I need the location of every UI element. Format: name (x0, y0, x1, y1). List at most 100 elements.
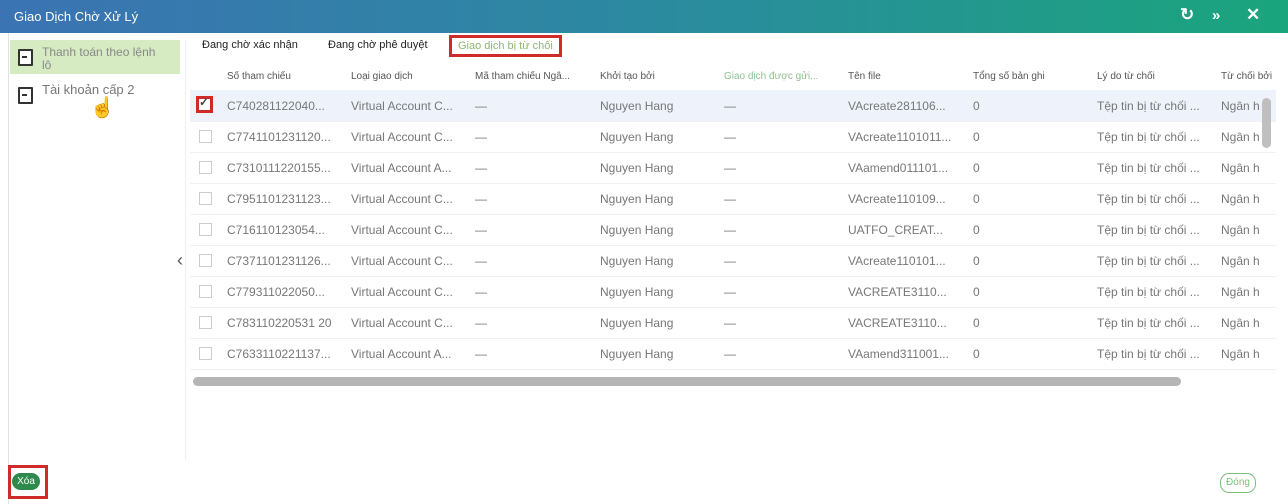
table-cell: C7371101231126... (227, 254, 331, 268)
close-button[interactable]: Đóng (1220, 473, 1256, 493)
table-cell: Virtual Account C... (351, 223, 453, 237)
table-cell: — (724, 99, 736, 113)
document-icon (18, 49, 33, 66)
column-header[interactable]: Khởi tạo bởi (600, 71, 655, 82)
column-header[interactable]: Giao dịch được gửi... (724, 71, 818, 82)
table-cell: Tệp tin bị từ chối ... (1097, 347, 1200, 361)
row-checkbox[interactable] (199, 347, 212, 360)
table-cell: VAcreate110101... (848, 254, 946, 268)
vertical-scrollbar[interactable] (1262, 98, 1271, 148)
row-checkbox[interactable] (199, 223, 212, 236)
table-cell: Nguyen Hang (600, 347, 674, 361)
table-cell: — (475, 347, 487, 361)
column-header[interactable]: Lý do từ chối (1097, 71, 1155, 82)
hand-cursor-icon: ☝ (90, 97, 115, 119)
document-icon (18, 87, 33, 104)
table-cell: Ngân h (1221, 347, 1260, 361)
table-row[interactable]: C783110220531 20 Virtual Account C... — Ngu… (190, 307, 1276, 339)
table-cell: — (724, 223, 736, 237)
close-icon[interactable]: ✕ (1246, 5, 1260, 25)
table-cell: Ngân h (1221, 316, 1260, 330)
row-checkbox[interactable] (199, 285, 212, 298)
forward-icon[interactable]: » (1212, 7, 1220, 24)
table-cell: Nguyen Hang (600, 192, 674, 206)
table-cell: Virtual Account C... (351, 316, 453, 330)
row-checkbox[interactable] (199, 192, 212, 205)
table-row[interactable]: C779311022050... Virtual Account C... — Ngu… (190, 276, 1276, 308)
refresh-icon[interactable]: ↻ (1180, 5, 1194, 25)
row-checkbox[interactable] (199, 316, 212, 329)
table-cell: Ngân h (1221, 223, 1260, 237)
table-row[interactable]: C755110123060...Virtual Account C...—Ngu… (190, 369, 1276, 374)
table-cell: Tệp tin bị từ chối ... (1097, 254, 1200, 268)
row-checkbox[interactable] (199, 254, 212, 267)
row-checkbox[interactable] (199, 161, 212, 174)
column-header[interactable]: Từ chối bởi (1221, 71, 1272, 82)
table-cell: Ngân h (1221, 99, 1260, 113)
table-row[interactable]: C7310111220155... Virtual Account A... — Ng… (190, 152, 1276, 184)
table-cell: Nguyen Hang (600, 254, 674, 268)
window-title: Giao Dịch Chờ Xử Lý (14, 9, 139, 24)
table-cell: Virtual Account C... (351, 99, 453, 113)
chevron-left-icon[interactable]: ‹ (177, 250, 183, 271)
table-cell: Nguyen Hang (600, 285, 674, 299)
table-cell: — (724, 161, 736, 175)
table-cell: Ngân h (1221, 130, 1260, 144)
table-cell: 0 (973, 347, 980, 361)
table-cell: Virtual Account A... (351, 347, 452, 361)
window-left-border (0, 33, 9, 504)
table-cell: VAcreate1101011... (848, 130, 952, 144)
table-cell: Virtual Account C... (351, 285, 453, 299)
table-cell: Virtual Account C... (351, 130, 453, 144)
table-cell: 0 (973, 285, 980, 299)
sidebar-item-batch-payment[interactable]: Thanh toán theo lệnh lô (10, 40, 180, 74)
delete-button[interactable]: Xóa (12, 473, 40, 490)
table-cell: Virtual Account A... (351, 161, 452, 175)
row-checkbox[interactable] (196, 95, 213, 113)
table-cell: Ngân h (1221, 285, 1260, 299)
table-cell: — (475, 192, 487, 206)
table-row[interactable]: C7371101231126... Virtual Account C... — Ng… (190, 245, 1276, 277)
tab-pending-confirmation[interactable]: Đang chờ xác nhận (202, 39, 298, 51)
table-cell: — (475, 161, 487, 175)
panel-divider (185, 40, 186, 460)
window-titlebar: Giao Dịch Chờ Xử Lý ↻ » ✕ (0, 0, 1288, 33)
tab-pending-approval[interactable]: Đang chờ phê duyệt (328, 39, 428, 51)
column-header[interactable]: Loại giao dịch (351, 71, 413, 82)
table-cell: C7951101231123... (227, 192, 331, 206)
table-cell: 0 (973, 223, 980, 237)
sidebar-item-label: Thanh toán theo lệnh lô (42, 45, 156, 72)
table-cell: Tệp tin bị từ chối ... (1097, 161, 1200, 175)
table-cell: VACREATE3110... (848, 316, 947, 330)
table-cell: Tệp tin bị từ chối ... (1097, 192, 1200, 206)
column-header[interactable]: Tổng số bản ghi (973, 71, 1045, 82)
table-row[interactable]: C716110123054... Virtual Account C... — Ngu… (190, 214, 1276, 246)
column-header[interactable]: Mã tham chiếu Ngâ... (475, 71, 570, 82)
tab-rejected-transactions[interactable]: Giao dịch bị từ chối (449, 35, 562, 57)
column-header[interactable]: Tên file (848, 71, 881, 82)
table-cell: — (724, 285, 736, 299)
horizontal-scrollbar[interactable] (193, 377, 1181, 386)
table-cell: — (475, 223, 487, 237)
table-cell: C7741101231120... (227, 130, 331, 144)
table-cell: 0 (973, 254, 980, 268)
table-cell: Virtual Account C... (351, 192, 453, 206)
column-header[interactable]: Số tham chiếu (227, 71, 291, 82)
table-cell: VAcreate281106... (848, 99, 946, 113)
row-checkbox[interactable] (199, 130, 212, 143)
table-cell: — (475, 99, 487, 113)
table-cell: Tệp tin bị từ chối ... (1097, 99, 1200, 113)
table-row[interactable]: C7741101231120... Virtual Account C... — Ng… (190, 121, 1276, 153)
table-cell: — (475, 285, 487, 299)
table-cell: — (724, 316, 736, 330)
table-row[interactable]: C7951101231123... Virtual Account C... — Ng… (190, 183, 1276, 215)
table-cell: C740281122040... (227, 99, 325, 113)
table-cell: 0 (973, 99, 980, 113)
table-cell: C7633110221137... (227, 347, 331, 361)
table-cell: Tệp tin bị từ chối ... (1097, 223, 1200, 237)
table-cell: UATFO_CREAT... (848, 223, 943, 237)
table-cell: — (724, 192, 736, 206)
table-row[interactable]: C740281122040... Virtual Account C... — Ngu… (190, 90, 1276, 122)
table-cell: — (724, 347, 736, 361)
table-row[interactable]: C7633110221137... Virtual Account A... — Ng… (190, 338, 1276, 370)
